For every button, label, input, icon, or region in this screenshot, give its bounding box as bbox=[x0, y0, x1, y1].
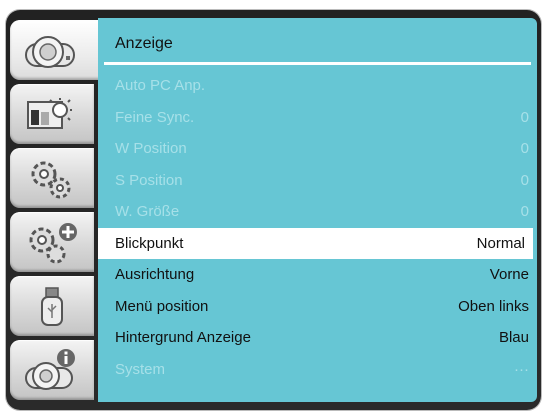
usb-drive-icon bbox=[41, 287, 63, 326]
osd-frame: Anzeige Auto PC Anp. Feine Sync. 0 W Pos… bbox=[0, 0, 545, 416]
menu-title-row: Anzeige bbox=[98, 18, 537, 68]
menu-item-label: Blickpunkt bbox=[115, 234, 184, 252]
tab-info[interactable] bbox=[10, 340, 94, 400]
tab-picture[interactable] bbox=[10, 84, 94, 144]
projector-icon bbox=[25, 36, 75, 68]
menu-item-system[interactable]: System ··· bbox=[98, 354, 537, 386]
projector-info-icon bbox=[25, 349, 75, 390]
menu-item-h-size[interactable]: W. Größe 0 bbox=[98, 196, 537, 228]
menu-item-ausrichtung[interactable]: Ausrichtung Vorne bbox=[98, 259, 537, 291]
menu-item-label: Hintergrund Anzeige bbox=[115, 329, 251, 346]
menu-item-v-position[interactable]: S Position 0 bbox=[98, 165, 537, 197]
menu-item-value: Vorne bbox=[489, 266, 529, 283]
menu-item-value: 0 bbox=[520, 171, 529, 189]
menu-category-sidebar bbox=[10, 18, 102, 402]
osd-menu-panel: Anzeige Auto PC Anp. Feine Sync. 0 W Pos… bbox=[6, 10, 541, 410]
menu-item-label: Auto PC Anp. bbox=[115, 77, 206, 94]
gears-icon bbox=[31, 161, 71, 199]
menu-item-auto-pc[interactable]: Auto PC Anp. bbox=[98, 70, 537, 102]
tab-settings[interactable] bbox=[10, 148, 94, 208]
menu-item-menu-position[interactable]: Menü position Oben links bbox=[98, 291, 537, 323]
menu-item-value: ··· bbox=[514, 360, 529, 378]
picture-brightness-icon bbox=[27, 98, 72, 129]
tab-display[interactable] bbox=[10, 20, 102, 80]
menu-item-value: Blau bbox=[498, 329, 529, 346]
menu-item-label: Ausrichtung bbox=[115, 266, 195, 283]
menu-item-value: 0 bbox=[520, 140, 529, 157]
menu-item-h-position[interactable]: W Position 0 bbox=[98, 133, 537, 165]
tab-usb[interactable] bbox=[10, 276, 94, 336]
menu-item-label: System bbox=[115, 360, 166, 378]
menu-item-value: 0 bbox=[520, 203, 529, 220]
menu-item-value: Oben links bbox=[458, 297, 529, 315]
menu-item-background[interactable]: Hintergrund Anzeige Blau bbox=[98, 322, 537, 354]
menu-item-label: S Position bbox=[115, 171, 183, 189]
menu-title: Anzeige bbox=[115, 35, 173, 52]
gears-plus-icon bbox=[29, 223, 77, 264]
menu-items-list: Auto PC Anp. Feine Sync. 0 W Position 0 … bbox=[98, 70, 537, 385]
menu-item-label: W. Größe bbox=[115, 203, 180, 220]
menu-item-fine-sync[interactable]: Feine Sync. 0 bbox=[98, 102, 537, 134]
menu-content-area: Anzeige Auto PC Anp. Feine Sync. 0 W Pos… bbox=[98, 18, 537, 402]
menu-item-label: Menü position bbox=[115, 297, 209, 315]
menu-item-label: Feine Sync. bbox=[115, 108, 195, 126]
menu-item-label: W Position bbox=[115, 140, 187, 157]
menu-item-value: 0 bbox=[520, 108, 529, 126]
menu-item-blickpunkt[interactable]: Blickpunkt Normal bbox=[98, 227, 533, 259]
title-divider bbox=[104, 62, 531, 65]
tab-extended[interactable] bbox=[10, 212, 94, 272]
menu-item-value: Normal bbox=[476, 234, 525, 252]
